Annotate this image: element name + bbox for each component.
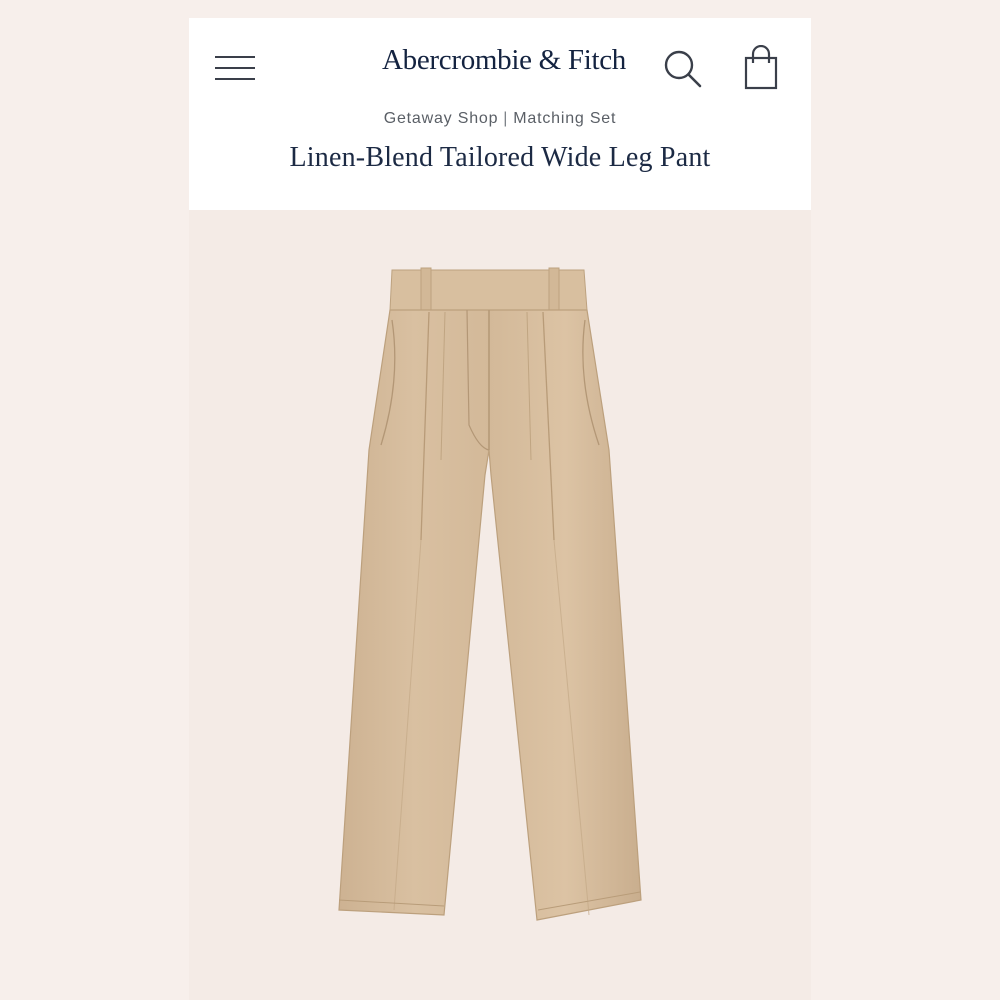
search-button[interactable] (662, 48, 704, 90)
cart-button[interactable] (741, 44, 781, 91)
product-card: Abercrombie & Fitch Getaway Shop | Matchin… (189, 18, 811, 1000)
breadcrumb-separator: | (503, 110, 509, 127)
search-icon (664, 50, 702, 88)
pants-illustration (338, 267, 642, 921)
product-title: Linen-Blend Tailored Wide Leg Pant (289, 142, 711, 173)
shopping-bag-icon (744, 44, 778, 90)
breadcrumb-item-matching-set[interactable]: Matching Set (513, 110, 616, 127)
page: Abercrombie & Fitch Getaway Shop | Matchin… (0, 0, 1000, 1000)
breadcrumb: Getaway Shop | Matching Set (189, 110, 811, 128)
menu-button[interactable] (213, 52, 257, 84)
breadcrumb-item-getaway-shop[interactable]: Getaway Shop (384, 110, 499, 127)
product-image (189, 210, 811, 1000)
brand-logo[interactable]: Abercrombie & Fitch (359, 44, 649, 77)
site-header: Abercrombie & Fitch Getaway Shop | Matchin… (189, 18, 811, 210)
